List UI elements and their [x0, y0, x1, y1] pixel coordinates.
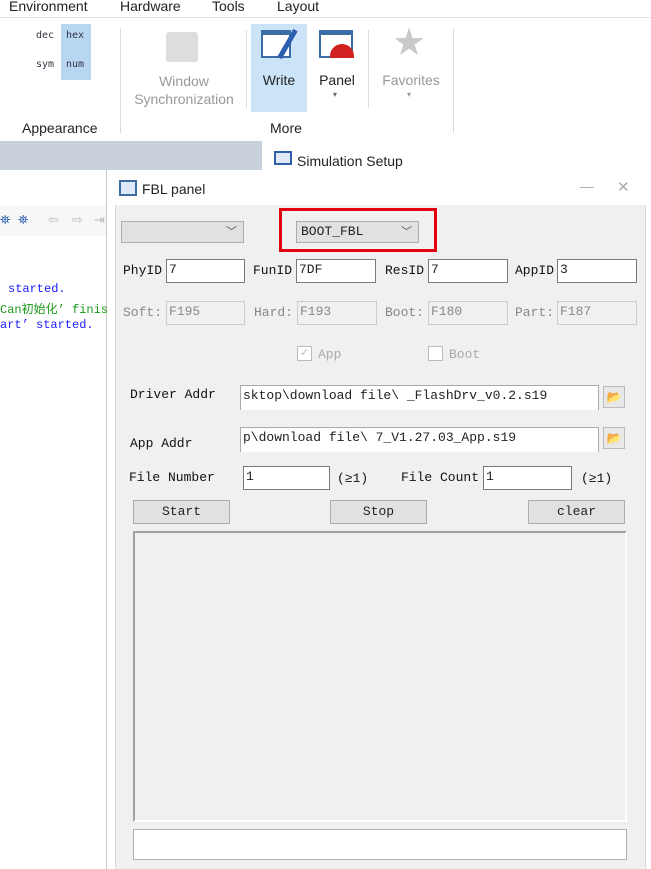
boot-checkbox[interactable] — [428, 346, 443, 361]
resid-input[interactable]: 7 — [428, 259, 508, 283]
part-label: Part: — [515, 305, 555, 320]
write-button[interactable]: Write — [251, 24, 307, 112]
clear-button[interactable]: clear — [528, 500, 625, 524]
status-field[interactable] — [133, 829, 627, 860]
sym-button[interactable]: sym — [36, 59, 54, 70]
boot-input: F180 — [428, 301, 508, 325]
hard-input: F193 — [297, 301, 377, 325]
write-label: Write — [262, 72, 296, 88]
more-group-label: More — [270, 120, 302, 136]
funid-input[interactable]: 7DF — [296, 259, 376, 283]
fbl-panel-icon — [119, 180, 137, 196]
tab-simulation-setup[interactable]: Simulation Setup — [261, 141, 651, 170]
chevron-down-icon: ﹀ — [226, 227, 237, 239]
minimize-button[interactable]: — — [580, 178, 594, 194]
menu-tools[interactable]: Tools — [212, 0, 245, 14]
panel-label: Panel — [319, 72, 355, 88]
chevron-down-icon: ﹀ — [401, 227, 412, 239]
log-line: art’ started. — [0, 318, 94, 332]
trace-pane: ⛯ ⛯ ⇦ ⇨ ⇥ started. Can初始化’ finis art’ st… — [0, 170, 109, 869]
back-icon[interactable]: ⇦ — [48, 212, 59, 228]
menu-hardware[interactable]: Hardware — [120, 0, 181, 14]
menu-environment[interactable]: Environment — [9, 0, 88, 14]
tab-label: Simulation Setup — [297, 153, 403, 169]
output-log[interactable] — [133, 531, 627, 822]
phyid-label: PhyID — [123, 263, 163, 278]
file-count-input[interactable]: 1 — [483, 466, 572, 490]
close-button[interactable]: ✕ — [617, 178, 630, 196]
log-line: started. — [8, 282, 66, 296]
find-icon[interactable]: ⛯ — [0, 212, 10, 228]
network-icon — [274, 151, 292, 165]
find-next-icon[interactable]: ⛯ — [18, 212, 28, 228]
app-addr-label: App Addr — [130, 436, 193, 451]
ribbon: dec hex sym num Appearance Window Synchr… — [0, 18, 651, 141]
dec-button[interactable]: dec — [36, 30, 54, 41]
driver-addr-input[interactable]: sktop\download file\ _FlashDrv_v0.2.s19 — [240, 385, 599, 410]
file-number-hint: (≥1) — [337, 471, 369, 486]
funid-label: FunID — [253, 263, 293, 278]
file-count-label: File Count — [401, 470, 480, 485]
menu-layout[interactable]: Layout — [277, 0, 319, 14]
file-number-input[interactable]: 1 — [243, 466, 330, 490]
folder-open-icon[interactable]: 📂 — [603, 386, 625, 408]
file-number-label: File Number — [129, 470, 215, 485]
app-checkbox-label: App — [318, 347, 342, 362]
window-sync-button[interactable]: Window Synchronization — [134, 28, 234, 116]
favorites-button[interactable]: ★ Favorites ▾ — [378, 22, 444, 112]
hard-label: Hard: — [254, 305, 294, 320]
menu-bar: Environment Hardware Tools Layout — [0, 0, 651, 18]
start-button[interactable]: Start — [133, 500, 230, 524]
boot-label: Boot: — [385, 305, 425, 320]
appid-label: AppID — [515, 263, 555, 278]
hex-button[interactable]: hex — [66, 30, 84, 41]
window-sync-label: Window Synchronization — [134, 73, 234, 107]
tab-strip — [0, 141, 261, 170]
jump-icon[interactable]: ⇥ — [94, 212, 105, 228]
app-addr-input[interactable]: p\download file\ 7_V1.27.03_App.s19 — [240, 427, 599, 452]
file-count-hint: (≥1) — [581, 471, 613, 486]
mode-select[interactable]: BOOT_FBL ﹀ — [296, 221, 419, 243]
resid-label: ResID — [385, 263, 425, 278]
channel-select[interactable]: ﹀ — [121, 221, 244, 243]
mode-value: BOOT_FBL — [301, 224, 364, 239]
boot-checkbox-label: Boot — [449, 347, 481, 362]
log-line: Can初始化’ finis — [0, 303, 109, 317]
soft-input: F195 — [166, 301, 245, 325]
appearance-group-label: Appearance — [22, 120, 98, 136]
num-button[interactable]: num — [66, 59, 84, 70]
window-sync-icon — [166, 32, 198, 62]
app-checkbox[interactable]: ✓ — [297, 346, 312, 361]
trace-toolbar: ⛯ ⛯ ⇦ ⇨ ⇥ — [0, 206, 106, 236]
part-input: F187 — [557, 301, 637, 325]
stop-button[interactable]: Stop — [330, 500, 427, 524]
appid-input[interactable]: 3 — [557, 259, 637, 283]
soft-label: Soft: — [123, 305, 163, 320]
driver-addr-label: Driver Addr — [130, 387, 216, 402]
phyid-input[interactable]: 7 — [166, 259, 245, 283]
star-icon: ★ — [392, 22, 427, 64]
folder-open-icon[interactable]: 📂 — [603, 427, 625, 449]
window-title: FBL panel — [142, 181, 206, 197]
forward-icon[interactable]: ⇨ — [72, 212, 83, 228]
favorites-label: Favorites — [382, 72, 440, 88]
panel-button[interactable]: Panel ▾ — [312, 24, 362, 112]
